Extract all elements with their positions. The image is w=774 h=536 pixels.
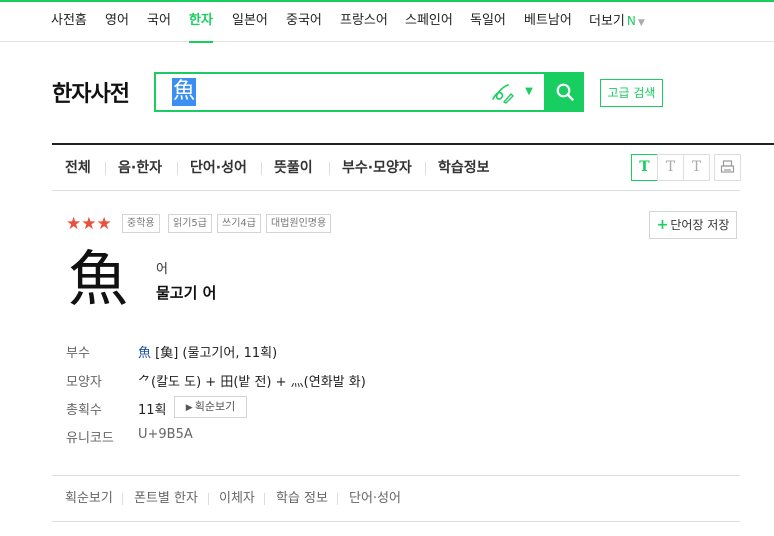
search-input[interactable]: 魚	[172, 78, 197, 106]
input-options-dropdown-icon[interactable]: ▼	[522, 83, 536, 101]
level-badge: 대법원인명용	[266, 214, 332, 233]
nav-item-more[interactable]: 더보기 N ▼	[589, 2, 645, 42]
tab-separator	[177, 162, 178, 175]
shape-label: 모양자	[66, 375, 102, 390]
nav-item-german[interactable]: 독일어	[470, 2, 506, 42]
level-badge: 읽기5급	[168, 214, 212, 233]
radical-label: 부수	[66, 346, 90, 361]
tab-separator	[208, 493, 209, 505]
nav-item-hanja[interactable]: 한자	[189, 2, 213, 43]
entry-character: 魚	[68, 245, 128, 315]
level-badge: 중학용	[122, 214, 160, 233]
chevron-down-icon: ▼	[637, 18, 645, 28]
tab-words-idioms[interactable]: 단어·성어	[190, 145, 247, 191]
tab-words-idioms-bottom[interactable]: 단어·성어	[349, 476, 401, 522]
unicode-value: U+9B5A	[138, 427, 193, 442]
tab-study-info-bottom[interactable]: 학습 정보	[276, 476, 328, 522]
radical-detail: [𩵋] (물고기어, 11획)	[151, 346, 278, 361]
stroke-count-label: 총획수	[66, 403, 102, 418]
font-size-small-button[interactable]: T	[631, 154, 658, 181]
section-tabs: 전체 음·한자 단어·성어 뜻풀이 부수·모양자 학습정보 T T T	[52, 145, 741, 191]
save-to-wordbook-button[interactable]: + 단어장 저장	[649, 211, 737, 239]
unicode-label: 유니코드	[66, 431, 114, 446]
tab-separator	[261, 162, 262, 175]
tab-variants[interactable]: 이체자	[219, 476, 255, 522]
search-box[interactable]: 魚 ▼	[154, 72, 546, 112]
radical-link[interactable]: 魚	[138, 346, 151, 361]
dictionary-top-nav: 사전홈 영어 국어 한자 일본어 중국어 프랑스어 스페인어 독일어 베트남어 …	[0, 2, 774, 43]
font-size-medium-button[interactable]: T	[657, 154, 684, 181]
print-button[interactable]	[714, 154, 741, 181]
advanced-search-button[interactable]: 고급 검색	[600, 79, 663, 107]
print-icon	[720, 160, 735, 173]
stroke-order-button[interactable]: ▶ 획순보기	[174, 396, 247, 418]
nav-item-english[interactable]: 영어	[105, 2, 129, 42]
search-icon	[556, 83, 574, 101]
search-button[interactable]	[546, 72, 584, 112]
entry-meaning: 물고기 어	[156, 284, 217, 302]
nav-item-chinese[interactable]: 중국어	[286, 2, 322, 42]
tab-stroke-order[interactable]: 획순보기	[65, 476, 113, 522]
handwriting-input-icon[interactable]	[490, 82, 514, 104]
entry-reading: 어	[156, 262, 168, 277]
tab-separator	[337, 493, 338, 505]
shape-value: ⺈(칼도 도) + 田(밭 전) + 灬(연화발 화)	[138, 375, 366, 390]
tab-separator	[105, 162, 106, 175]
nav-item-french[interactable]: 프랑스어	[340, 2, 388, 42]
nav-item-vietnamese[interactable]: 베트남어	[524, 2, 572, 42]
tab-study-info[interactable]: 학습정보	[438, 145, 490, 191]
tab-sound-hanja[interactable]: 음·한자	[118, 145, 162, 191]
tab-separator	[329, 162, 330, 175]
tab-font-hanja[interactable]: 폰트별 한자	[134, 476, 198, 522]
tab-all[interactable]: 전체	[65, 145, 91, 191]
level-badge: 쓰기4급	[217, 214, 261, 233]
nav-item-spanish[interactable]: 스페인어	[405, 2, 453, 42]
detail-section-tabs: 획순보기 폰트별 한자 이체자 학습 정보 단어·성어	[52, 476, 740, 522]
importance-stars: ★★★	[66, 214, 112, 234]
nav-item-korean[interactable]: 국어	[147, 2, 171, 42]
tab-radical-shape[interactable]: 부수·모양자	[342, 145, 412, 191]
nav-item-home[interactable]: 사전홈	[51, 2, 87, 42]
new-badge: N	[626, 14, 636, 28]
tab-definitions[interactable]: 뜻풀이	[274, 145, 313, 191]
tab-separator	[122, 493, 123, 505]
stroke-count-value: 11획	[138, 403, 167, 418]
play-icon: ▶	[185, 403, 193, 413]
tab-separator	[425, 162, 426, 175]
radical-value: 魚 [𩵋] (물고기어, 11획)	[138, 342, 277, 361]
nav-item-japanese[interactable]: 일본어	[232, 2, 268, 42]
save-to-wordbook-label: 단어장 저장	[670, 218, 730, 232]
nav-more-label: 더보기	[589, 14, 625, 29]
tab-separator	[264, 493, 265, 505]
stroke-order-label: 획순보기	[194, 400, 236, 413]
font-size-large-button[interactable]: T	[683, 154, 710, 181]
plus-icon: +	[656, 217, 669, 233]
page-title: 한자사전	[52, 82, 130, 107]
